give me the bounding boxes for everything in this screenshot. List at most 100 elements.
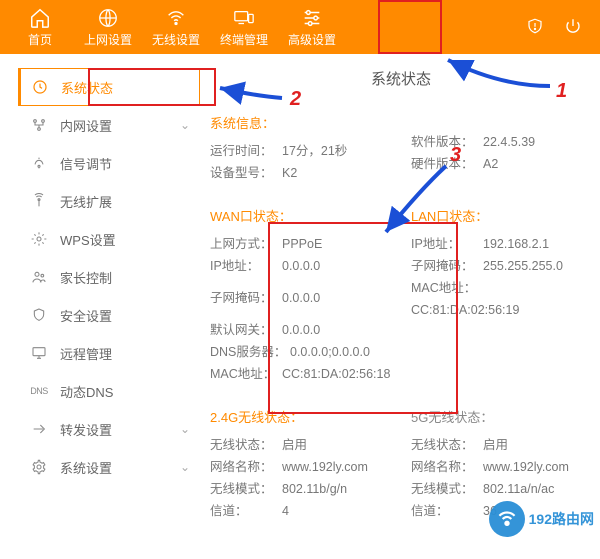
nav-clients[interactable]: 终端管理 bbox=[210, 0, 278, 54]
wan-title: WAN口状态： bbox=[210, 206, 391, 225]
lan-mac-value: CC:81:DA:02:56:19 bbox=[411, 299, 519, 321]
home-icon bbox=[29, 7, 51, 29]
annotation-number-2: 2 bbox=[290, 88, 301, 111]
wan-gw-label: 默认网关： bbox=[210, 319, 282, 341]
w5-ch-label: 信道： bbox=[411, 500, 483, 522]
wifi-icon bbox=[165, 7, 187, 29]
forward-icon bbox=[30, 420, 48, 438]
w5-state-value: 启用 bbox=[483, 434, 508, 456]
hw-value: A2 bbox=[483, 153, 498, 175]
top-nav: 首页 上网设置 无线设置 终端管理 高级设置 bbox=[0, 0, 600, 54]
sidebar-item-wps[interactable]: WPS设置 bbox=[0, 220, 210, 258]
w24-ssid-label: 网络名称： bbox=[210, 456, 282, 478]
sidebar-item-label: 安全设置 bbox=[60, 306, 112, 325]
lan-ip-label: IP地址： bbox=[411, 233, 483, 255]
sidebar-item-signal[interactable]: 信号调节 bbox=[0, 144, 210, 182]
devices-icon bbox=[233, 7, 255, 29]
nav-label: 高级设置 bbox=[288, 31, 336, 48]
annotation-number-1: 1 bbox=[556, 80, 567, 103]
sidebar-item-label: 远程管理 bbox=[60, 344, 112, 363]
sidebar-item-remote[interactable]: 远程管理 bbox=[0, 334, 210, 372]
wan-dns-label: DNS服务器： bbox=[210, 341, 290, 363]
sidebar: 系统状态 内网设置 ⌄ 信号调节 无线扩展 WPS设置 bbox=[0, 54, 210, 559]
nav-home[interactable]: 首页 bbox=[6, 0, 74, 54]
nav-label: 上网设置 bbox=[84, 31, 132, 48]
wan-ip-value: 0.0.0.0 bbox=[282, 255, 320, 277]
sw-label: 软件版本： bbox=[411, 131, 483, 153]
watermark-text: 192路由网 bbox=[529, 509, 594, 529]
sidebar-item-parental[interactable]: 家长控制 bbox=[0, 258, 210, 296]
w24-state-value: 启用 bbox=[282, 434, 307, 456]
clock-icon bbox=[31, 78, 49, 96]
page-title: 系统状态 bbox=[210, 68, 592, 89]
sidebar-item-wireless-ext[interactable]: 无线扩展 bbox=[0, 182, 210, 220]
wan-mode-value: PPPoE bbox=[282, 233, 322, 255]
w24-ssid-value: www.192ly.com bbox=[282, 456, 368, 478]
sidebar-item-lan-settings[interactable]: 内网设置 ⌄ bbox=[0, 106, 210, 144]
wan-gw-value: 0.0.0.0 bbox=[282, 319, 320, 341]
w24-ch-label: 信道： bbox=[210, 500, 282, 522]
antenna-icon bbox=[30, 192, 48, 210]
dns-icon: DNS bbox=[30, 382, 48, 400]
power-icon[interactable] bbox=[564, 17, 584, 37]
wan-mac-label: MAC地址： bbox=[210, 363, 282, 385]
sidebar-item-ddns[interactable]: DNS 动态DNS bbox=[0, 372, 210, 410]
sidebar-item-label: 系统状态 bbox=[61, 78, 113, 97]
sidebar-item-system-status[interactable]: 系统状态 bbox=[18, 68, 200, 106]
sidebar-item-label: 动态DNS bbox=[60, 382, 113, 401]
sidebar-item-label: 转发设置 bbox=[60, 420, 112, 439]
wan-mask-value: 0.0.0.0 bbox=[282, 287, 320, 309]
w5-mode-label: 无线模式： bbox=[411, 478, 483, 500]
lan-mask-label: 子网掩码： bbox=[411, 255, 483, 277]
shield-icon bbox=[30, 306, 48, 324]
sidebar-item-label: WPS设置 bbox=[60, 230, 116, 249]
sidebar-item-label: 系统设置 bbox=[60, 458, 112, 477]
watermark: 192路由网 bbox=[489, 501, 594, 537]
gear-icon bbox=[30, 230, 48, 248]
w5-ssid-value: www.192ly.com bbox=[483, 456, 569, 478]
wan-mask-label: 子网掩码： bbox=[210, 287, 282, 309]
wan-mac-value: CC:81:DA:02:56:18 bbox=[282, 363, 390, 385]
globe-icon bbox=[97, 7, 119, 29]
chevron-down-icon: ⌄ bbox=[180, 460, 190, 474]
shield-icon[interactable] bbox=[526, 17, 546, 37]
nav-advanced[interactable]: 高级设置 bbox=[278, 0, 346, 54]
w24-mode-label: 无线模式： bbox=[210, 478, 282, 500]
cog-icon bbox=[30, 458, 48, 476]
chevron-down-icon: ⌄ bbox=[180, 118, 190, 132]
hw-label: 硬件版本： bbox=[411, 153, 483, 175]
sidebar-item-security[interactable]: 安全设置 bbox=[0, 296, 210, 334]
runtime-value: 17分，21秒 bbox=[282, 140, 347, 162]
annotation-number-3: 3 bbox=[450, 144, 461, 167]
lan-mac-label: MAC地址： bbox=[411, 277, 483, 299]
monitor-icon bbox=[30, 344, 48, 362]
nav-label: 终端管理 bbox=[220, 31, 268, 48]
w5-state-label: 无线状态： bbox=[411, 434, 483, 456]
users-icon bbox=[30, 268, 48, 286]
w24-ch-value: 4 bbox=[282, 500, 289, 522]
w5-ssid-label: 网络名称： bbox=[411, 456, 483, 478]
watermark-logo-icon bbox=[489, 501, 525, 537]
wan-mode-label: 上网方式： bbox=[210, 233, 282, 255]
wan-ip-label: IP地址： bbox=[210, 255, 282, 277]
sidebar-item-label: 无线扩展 bbox=[60, 192, 112, 211]
sidebar-item-label: 内网设置 bbox=[60, 116, 112, 135]
sidebar-item-system[interactable]: 系统设置 ⌄ bbox=[0, 448, 210, 486]
sidebar-item-label: 家长控制 bbox=[60, 268, 112, 287]
sysinfo-title: 系统信息： bbox=[210, 113, 391, 132]
lan-ip-value: 192.168.2.1 bbox=[483, 233, 549, 255]
w24-state-label: 无线状态： bbox=[210, 434, 282, 456]
nav-right bbox=[526, 17, 594, 37]
runtime-label: 运行时间： bbox=[210, 140, 282, 162]
signal-icon bbox=[30, 154, 48, 172]
chevron-down-icon: ⌄ bbox=[180, 422, 190, 436]
network-icon bbox=[30, 116, 48, 134]
nav-wireless[interactable]: 无线设置 bbox=[142, 0, 210, 54]
sliders-icon bbox=[301, 7, 323, 29]
nav-label: 首页 bbox=[28, 31, 52, 48]
nav-internet[interactable]: 上网设置 bbox=[74, 0, 142, 54]
sidebar-item-forward[interactable]: 转发设置 ⌄ bbox=[0, 410, 210, 448]
wan-dns-value: 0.0.0.0;0.0.0.0 bbox=[290, 341, 370, 363]
w5-mode-value: 802.11a/n/ac bbox=[483, 478, 554, 500]
w24-title: 2.4G无线状态： bbox=[210, 407, 391, 426]
